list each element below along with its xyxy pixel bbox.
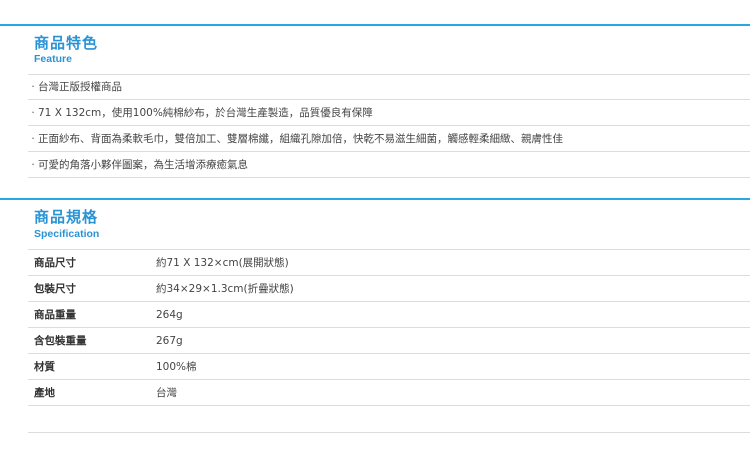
spec-row-weight: 商品重量 264g: [28, 302, 750, 328]
spec-value: 約34×29×1.3cm(折疊狀態): [156, 283, 294, 295]
spec-label: 包裝尺寸: [34, 283, 76, 295]
spec-label: 商品重量: [34, 309, 76, 321]
feature-list-item: · 正面紗布、背面為柔軟毛巾，雙倍加工、雙層棉纖，組織孔隙加倍，快乾不易滋生細菌，…: [28, 126, 750, 152]
spec-value: 264g: [156, 309, 183, 321]
feature-item-text: 正面紗布、背面為柔軟毛巾，雙倍加工、雙層棉纖，組織孔隙加倍，快乾不易滋生細菌，觸…: [38, 133, 563, 145]
spec-label: 產地: [34, 387, 55, 399]
bullet-icon: ·: [31, 133, 35, 145]
bullet-icon: ·: [31, 81, 35, 93]
spec-row-material: 材質 100%棉: [28, 354, 750, 380]
feature-section-title: 商品特色: [34, 34, 99, 52]
spec-value: 約71 X 132×cm(展開狀態): [156, 257, 289, 269]
feature-item-text: 可愛的角落小夥伴圖案，為生活增添療癒氣息: [38, 159, 248, 171]
bullet-icon: ·: [31, 107, 35, 119]
feature-list-item: · 台灣正版授權商品: [28, 74, 750, 100]
feature-section-divider: [0, 24, 750, 26]
bullet-icon: ·: [31, 159, 35, 171]
spec-row-dimensions: 商品尺寸 約71 X 132×cm(展開狀態): [28, 250, 750, 276]
spec-table-bottom-border: [28, 432, 750, 433]
spec-row-package-size: 包裝尺寸 約34×29×1.3cm(折疊狀態): [28, 276, 750, 302]
feature-section-subtitle: Feature: [34, 53, 72, 65]
spec-section-divider: [0, 198, 750, 200]
spec-row-package-weight: 含包裝重量 267g: [28, 328, 750, 354]
spec-value: 267g: [156, 335, 183, 347]
spec-section-subtitle: Specification: [34, 228, 100, 240]
spec-label: 商品尺寸: [34, 257, 76, 269]
feature-item-text: 台灣正版授權商品: [38, 81, 122, 93]
spec-label: 含包裝重量: [34, 335, 87, 347]
spec-row-origin: 產地 台灣: [28, 380, 750, 406]
spec-section-title: 商品規格: [34, 208, 99, 226]
feature-item-text: 71 X 132cm，使用100%純棉紗布，於台灣生產製造，品質優良有保障: [38, 107, 373, 119]
feature-list-item: · 71 X 132cm，使用100%純棉紗布，於台灣生產製造，品質優良有保障: [28, 100, 750, 126]
product-info-page: 商品特色 Feature · 台灣正版授權商品 · 71 X 132cm，使用100…: [0, 0, 750, 476]
spec-value: 100%棉: [156, 361, 197, 373]
spec-value: 台灣: [156, 387, 177, 399]
spec-label: 材質: [34, 361, 55, 373]
feature-list-item: · 可愛的角落小夥伴圖案，為生活增添療癒氣息: [28, 152, 750, 178]
